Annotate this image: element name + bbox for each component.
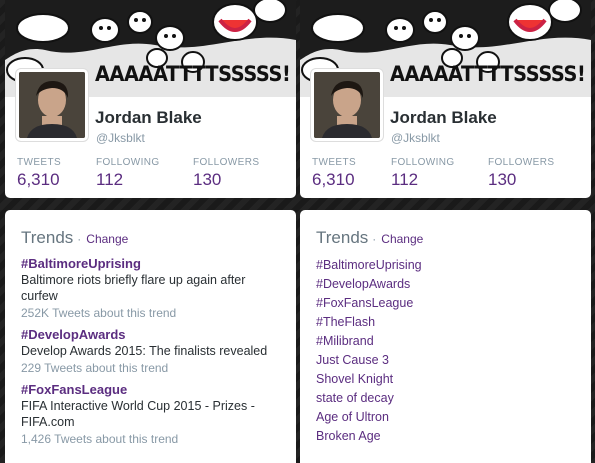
trends-header: Trends · Change bbox=[21, 228, 280, 248]
change-link[interactable]: Change bbox=[381, 232, 423, 246]
trend-count: 252K Tweets about this trend bbox=[21, 306, 177, 320]
trends-title: Trends bbox=[316, 228, 369, 247]
stat-label: TWEETS bbox=[312, 157, 357, 168]
left-column: AAAAATTTTSSSSS! Jordan Blake @Jksblkt TW… bbox=[5, 0, 296, 463]
trends-list: #BaltimoreUprising #DevelopAwards #FoxFa… bbox=[316, 256, 575, 446]
trend-link[interactable]: #TheFlash bbox=[316, 313, 575, 332]
trend-count: 1,426 Tweets about this trend bbox=[21, 432, 179, 446]
trend-description: FIFA Interactive World Cup 2015 - Prizes… bbox=[21, 399, 255, 429]
trend-item[interactable]: #FoxFansLeague FIFA Interactive World Cu… bbox=[21, 382, 280, 447]
trends-module-detailed: Trends · Change #BaltimoreUprising Balti… bbox=[5, 210, 296, 463]
avatar[interactable] bbox=[311, 69, 383, 141]
trend-name[interactable]: #FoxFansLeague bbox=[21, 382, 280, 398]
profile-handle[interactable]: @Jksblkt bbox=[96, 131, 145, 145]
stat-tweets[interactable]: TWEETS 6,310 bbox=[17, 157, 61, 190]
stat-following[interactable]: FOLLOWING 112 bbox=[96, 157, 160, 190]
stat-value: 6,310 bbox=[17, 170, 60, 189]
stat-label: FOLLOWERS bbox=[193, 157, 260, 168]
trend-count: 229 Tweets about this trend bbox=[21, 361, 169, 375]
change-link[interactable]: Change bbox=[86, 232, 128, 246]
trend-item[interactable]: #BaltimoreUprising Baltimore riots brief… bbox=[21, 256, 280, 321]
avatar-photo bbox=[19, 72, 85, 138]
trend-link[interactable]: #DevelopAwards bbox=[316, 275, 575, 294]
stat-value: 112 bbox=[96, 170, 124, 189]
stat-value: 130 bbox=[488, 170, 517, 189]
trend-description: Develop Awards 2015: The finalists revea… bbox=[21, 344, 268, 358]
trend-link[interactable]: state of decay bbox=[316, 389, 575, 408]
stat-value: 112 bbox=[391, 170, 419, 189]
trend-link[interactable]: #FoxFansLeague bbox=[316, 294, 575, 313]
trend-link[interactable]: Shovel Knight bbox=[316, 370, 575, 389]
stat-label: FOLLOWING bbox=[391, 157, 455, 168]
trend-link[interactable]: #Milibrand bbox=[316, 332, 575, 351]
trend-link[interactable]: Just Cause 3 bbox=[316, 351, 575, 370]
stat-followers[interactable]: FOLLOWERS 130 bbox=[488, 157, 554, 190]
profile-name[interactable]: Jordan Blake bbox=[95, 108, 202, 128]
profile-name[interactable]: Jordan Blake bbox=[390, 108, 497, 128]
profile-card: AAAAATTTTSSSSS! Jordan Blake @Jksblkt TW… bbox=[300, 0, 591, 198]
trends-module-simple: Trends · Change #BaltimoreUprising #Deve… bbox=[300, 210, 591, 463]
trend-link[interactable]: Broken Age bbox=[316, 427, 575, 446]
trends-header: Trends · Change bbox=[316, 228, 575, 248]
stat-following[interactable]: FOLLOWING 112 bbox=[391, 157, 455, 190]
trend-name[interactable]: #DevelopAwards bbox=[21, 327, 280, 343]
stat-label: FOLLOWING bbox=[96, 157, 160, 168]
trend-link[interactable]: #BaltimoreUprising bbox=[316, 256, 575, 275]
trend-link[interactable]: Age of Ultron bbox=[316, 408, 575, 427]
stat-label: TWEETS bbox=[17, 157, 62, 168]
stat-tweets[interactable]: TWEETS 6,310 bbox=[312, 157, 356, 190]
profile-handle[interactable]: @Jksblkt bbox=[391, 131, 440, 145]
avatar[interactable] bbox=[16, 69, 88, 141]
banner-text: AAAAATTTTSSSSS! bbox=[94, 62, 291, 86]
stat-label: FOLLOWERS bbox=[488, 157, 555, 168]
banner-text: AAAAATTTTSSSSS! bbox=[389, 62, 586, 86]
stat-value: 130 bbox=[193, 170, 222, 189]
trend-name[interactable]: #BaltimoreUprising bbox=[21, 256, 280, 272]
right-column: AAAAATTTTSSSSS! Jordan Blake @Jksblkt TW… bbox=[300, 0, 591, 463]
profile-card: AAAAATTTTSSSSS! Jordan Blake @Jksblkt TW… bbox=[5, 0, 296, 198]
trend-description: Baltimore riots briefly flare up again a… bbox=[21, 273, 246, 303]
separator-dot: · bbox=[77, 232, 82, 246]
trend-item[interactable]: #DevelopAwards Develop Awards 2015: The … bbox=[21, 327, 280, 376]
trends-title: Trends bbox=[21, 228, 74, 247]
separator-dot: · bbox=[372, 232, 377, 246]
avatar-photo bbox=[314, 72, 380, 138]
trends-list: #BaltimoreUprising Baltimore riots brief… bbox=[21, 256, 280, 447]
stat-followers[interactable]: FOLLOWERS 130 bbox=[193, 157, 259, 190]
stat-value: 6,310 bbox=[312, 170, 355, 189]
